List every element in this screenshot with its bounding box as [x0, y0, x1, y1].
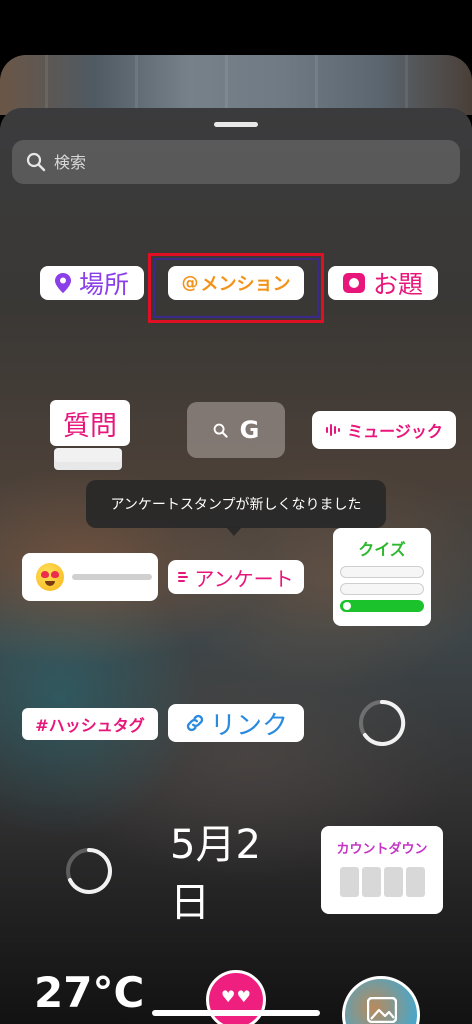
music-sticker[interactable]: ミュージック [312, 411, 456, 449]
countdown-digit-boxes [339, 867, 425, 897]
hashtag-sticker[interactable]: #ハッシュタグ [22, 708, 158, 740]
quiz-correct-option [340, 600, 424, 612]
questions-prompt-sticker[interactable]: お題 [328, 266, 438, 300]
sticker-tray-sheet: 場所 @ メンション お題 質問 G ミュージック アンケートスタンプが新しくな… [0, 108, 472, 1024]
tooltip-arrow [226, 527, 242, 536]
countdown-label: カウントダウン [336, 842, 428, 857]
poll-tooltip: アンケートスタンプが新しくなりました [86, 480, 386, 528]
image-icon [367, 997, 397, 1023]
at-icon: @ [181, 273, 199, 293]
question-card-middle [54, 448, 122, 462]
sheet-drag-handle[interactable] [214, 122, 258, 127]
question-label: 質問 [50, 400, 130, 446]
questions-prompt-label: お題 [372, 270, 423, 299]
gif-letter: G [239, 416, 260, 444]
search-bar[interactable] [12, 140, 460, 184]
link-label: リンク [209, 710, 288, 741]
audio-wave-icon [326, 424, 341, 436]
background-photo [0, 55, 472, 115]
poll-sticker[interactable]: アンケート [168, 560, 304, 594]
home-indicator[interactable] [152, 1010, 320, 1016]
gif-search-sticker[interactable]: G [187, 402, 285, 458]
search-icon [26, 152, 46, 172]
link-icon [186, 714, 204, 732]
poll-label: アンケート [194, 566, 294, 591]
search-input[interactable] [54, 152, 434, 172]
location-pin-icon [54, 273, 71, 293]
emoji-slider-sticker[interactable] [22, 553, 158, 601]
location-sticker[interactable]: 場所 [40, 266, 144, 300]
quiz-sticker[interactable]: クイズ [333, 528, 431, 626]
question-sticker[interactable]: 質問 [50, 400, 130, 470]
mention-label: メンション [200, 274, 291, 295]
slider-track [72, 574, 152, 580]
poll-list-icon [178, 572, 189, 582]
date-sticker[interactable]: 5月2日 [170, 822, 300, 926]
music-label: ミュージック [347, 422, 443, 441]
link-sticker[interactable]: リンク [168, 704, 304, 742]
countdown-sticker[interactable]: カウントダウン [321, 826, 443, 914]
quiz-option [340, 566, 424, 578]
mention-sticker[interactable]: @ メンション [168, 266, 304, 300]
quiz-option [340, 583, 424, 595]
location-label: 場所 [78, 270, 129, 299]
search-icon [213, 423, 228, 438]
loading-spinner-icon [66, 848, 112, 894]
quiz-label: クイズ [358, 540, 406, 559]
temperature-sticker[interactable]: 27°C [34, 968, 144, 1017]
camera-icon [342, 273, 365, 293]
heart-eyes-emoji-icon [36, 563, 64, 591]
loading-spinner-icon [359, 699, 406, 746]
